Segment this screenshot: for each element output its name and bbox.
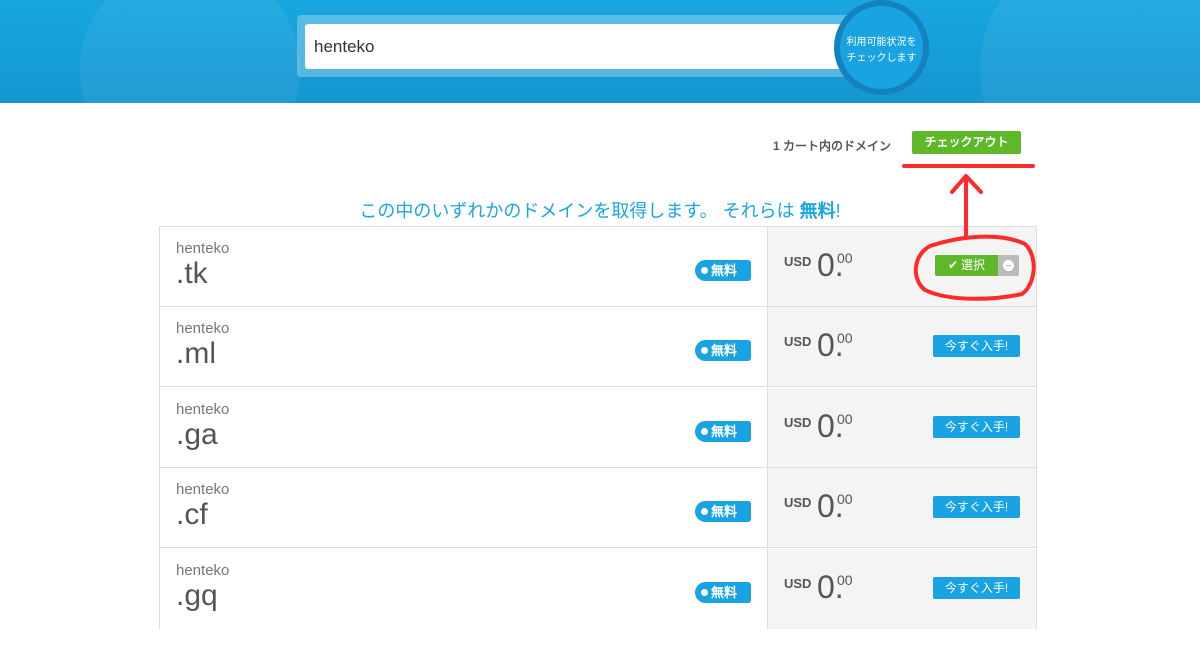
free-badge: 無料 (695, 501, 751, 522)
currency-label: USD (784, 254, 812, 269)
select-label: 選択 (961, 258, 986, 272)
free-badge: 無料 (695, 340, 751, 361)
domain-info-cell: henteko .ga 無料 (160, 388, 767, 467)
price-decimal: 00 (837, 491, 853, 507)
domain-name: henteko (176, 240, 230, 257)
price-decimal: 00 (837, 411, 853, 427)
domain-row: henteko .ml 無料 USD 0. 00 今すぐ入手! (160, 307, 1036, 387)
domain-price-cell: USD 0. 00 ✔ 選択 (767, 227, 1036, 306)
domain-name: henteko (176, 401, 230, 418)
check-availability-label: 利用可能状況をチェックします (846, 36, 917, 64)
domain-row: henteko .ga 無料 USD 0. 00 今すぐ入手! (160, 388, 1036, 468)
hero-banner: 利用可能状況をチェックします (0, 0, 1200, 103)
domain-price-cell: USD 0. 00 今すぐ入手! (767, 549, 1036, 629)
heading-suffix: ! (835, 201, 841, 221)
price-decimal: 00 (837, 572, 853, 588)
domain-tld: .ga (176, 418, 218, 451)
domain-tld: .gq (176, 579, 218, 612)
currency-label: USD (784, 415, 812, 430)
domain-name: henteko (176, 481, 230, 498)
domain-row: henteko .gq 無料 USD 0. 00 今すぐ入手! (160, 549, 1036, 629)
hero-decoration (80, 0, 300, 103)
heading-highlight: 無料 (799, 201, 836, 221)
price-decimal: 00 (837, 330, 853, 346)
domain-info-cell: henteko .gq 無料 (160, 549, 767, 629)
get-now-button[interactable]: 今すぐ入手! (933, 496, 1020, 518)
get-now-button[interactable]: 今すぐ入手! (933, 335, 1020, 357)
select-button[interactable]: ✔ 選択 (935, 255, 998, 276)
checkout-button[interactable]: チェックアウト (912, 131, 1021, 154)
domain-price-cell: USD 0. 00 今すぐ入手! (767, 468, 1036, 547)
domain-list: henteko .tk 無料 USD 0. 00 ✔ 選択 henteko .ml… (159, 226, 1037, 629)
domain-row: henteko .tk 無料 USD 0. 00 ✔ 選択 (160, 227, 1036, 307)
price-decimal: 00 (837, 250, 853, 266)
minus-circle-icon (1003, 260, 1014, 271)
currency-label: USD (784, 334, 812, 349)
domain-search-input[interactable] (305, 24, 865, 69)
free-domains-heading: この中のいずれかのドメインを取得します。 それらは 無料! (0, 197, 1200, 223)
domain-info-cell: henteko .ml 無料 (160, 307, 767, 386)
domain-tld: .tk (176, 257, 208, 290)
get-now-button[interactable]: 今すぐ入手! (933, 416, 1020, 438)
annotation-underline (902, 164, 1035, 168)
domain-price-cell: USD 0. 00 今すぐ入手! (767, 388, 1036, 467)
currency-label: USD (784, 576, 812, 591)
get-now-button[interactable]: 今すぐ入手! (933, 577, 1020, 599)
currency-label: USD (784, 495, 812, 510)
hero-decoration (980, 0, 1200, 103)
domain-row: henteko .cf 無料 USD 0. 00 今すぐ入手! (160, 468, 1036, 548)
check-icon: ✔ (947, 258, 959, 272)
free-badge: 無料 (695, 421, 751, 442)
check-availability-button[interactable]: 利用可能状況をチェックします (834, 0, 929, 95)
domain-name: henteko (176, 562, 230, 579)
domain-price-cell: USD 0. 00 今すぐ入手! (767, 307, 1036, 386)
domain-info-cell: henteko .tk 無料 (160, 227, 767, 306)
free-badge: 無料 (695, 582, 751, 603)
domain-name: henteko (176, 320, 230, 337)
domain-info-cell: henteko .cf 無料 (160, 468, 767, 547)
heading-prefix: この中のいずれかのドメインを取得します。 それらは (359, 201, 800, 221)
remove-button[interactable] (998, 255, 1019, 276)
selected-group: ✔ 選択 (935, 255, 1019, 276)
domain-tld: .cf (176, 498, 208, 531)
free-badge: 無料 (695, 260, 751, 281)
domain-tld: .ml (176, 337, 216, 370)
cart-count-text: 1 カート内のドメイン (773, 139, 892, 153)
